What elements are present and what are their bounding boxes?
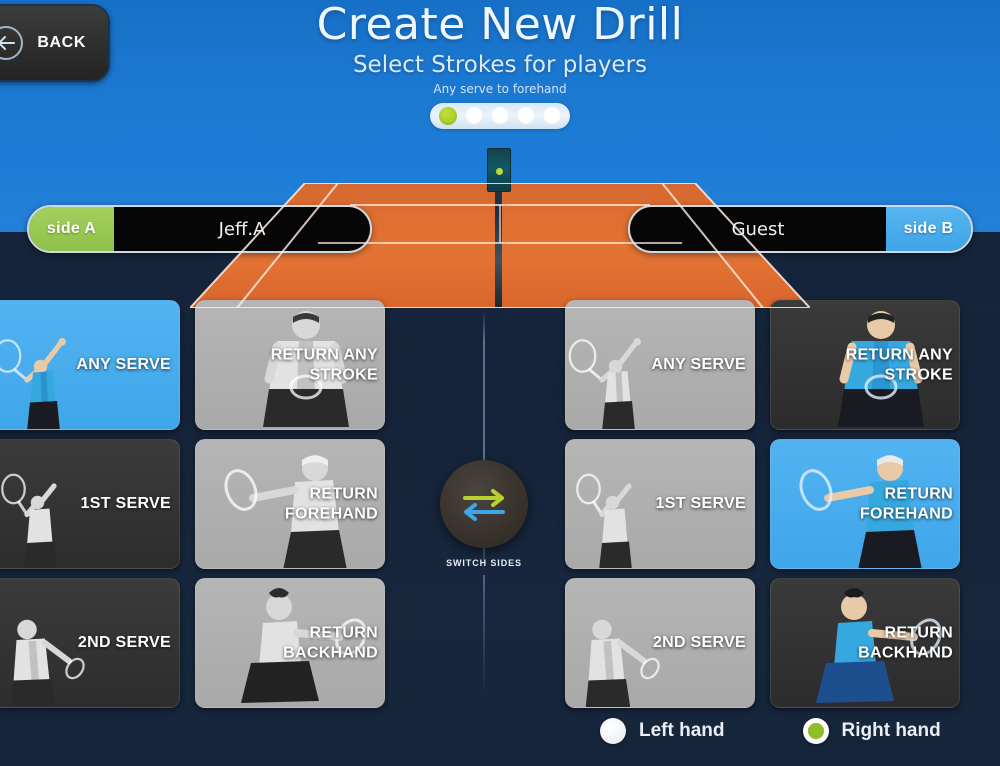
stroke-card-label: RETURN FOREHAND	[859, 485, 953, 522]
step-dot-3[interactable]	[491, 107, 509, 126]
radio-icon[interactable]	[600, 718, 626, 744]
stroke-card-label: RETURN FOREHAND	[284, 485, 378, 522]
stroke-card-label: 1ST SERVE	[655, 495, 746, 513]
court-lines	[190, 183, 810, 308]
side-b-tag: side B	[886, 207, 971, 251]
stroke-card-any-serve-side-b[interactable]: ANY SERVE	[565, 300, 755, 430]
step-dot-1[interactable]	[439, 107, 457, 126]
radio-icon[interactable]	[802, 718, 829, 744]
stroke-card-1st-serve-side-a[interactable]: 1ST SERVE	[0, 439, 180, 569]
drill-summary-hint: Any serve to forehand	[433, 82, 567, 97]
page-subtitle: Select Strokes for players	[352, 52, 648, 79]
stroke-row: 2ND SERVE RETURN BACKHAND	[565, 578, 980, 708]
tennis-court-graphic	[190, 148, 810, 308]
court-surface	[190, 183, 810, 308]
stroke-card-2nd-serve-side-a[interactable]: 2ND SERVE	[0, 578, 180, 708]
stroke-card-label: 1ST SERVE	[80, 495, 171, 513]
hand-option-left-hand[interactable]: Left hand	[600, 718, 725, 744]
step-dot-4[interactable]	[517, 107, 535, 126]
step-dot-5[interactable]	[543, 107, 561, 126]
stroke-row: 2ND SERVE RETURN BACKHAND	[0, 578, 405, 708]
stroke-card-1st-serve-side-b[interactable]: 1ST SERVE	[565, 439, 755, 569]
stroke-card-label: 2ND SERVE	[77, 634, 171, 652]
stroke-card-label: RETURN ANY STROKE	[845, 346, 953, 383]
page-header: Create New Drill Select Strokes for play…	[0, 0, 1000, 130]
page-title: Create New Drill	[316, 0, 684, 50]
stroke-row: 1ST SERVE RETURN FOREHAND	[0, 439, 405, 569]
stroke-row: ANY SERVE RETURN ANY STROKE	[0, 300, 405, 430]
step-dot-2[interactable]	[465, 107, 483, 126]
stroke-card-label: ANY SERVE	[76, 356, 171, 374]
stroke-card-label: RETURN BACKHAND	[858, 624, 953, 661]
stroke-card-label: 2ND SERVE	[652, 634, 746, 652]
arrow-left-icon	[0, 26, 24, 60]
net-device-indicator	[496, 168, 503, 175]
stroke-card-return-forehand-side-a[interactable]: RETURN FOREHAND	[195, 439, 385, 569]
stroke-card-return-backhand-side-a[interactable]: RETURN BACKHAND	[195, 578, 385, 708]
hand-option-label: Right hand	[841, 720, 941, 741]
stroke-card-label: ANY SERVE	[651, 356, 746, 374]
back-button[interactable]: BACK	[0, 4, 110, 82]
switch-sides-button[interactable]: SWITCH SIDES	[440, 460, 528, 568]
step-indicator	[430, 103, 570, 130]
hand-option-label: Left hand	[639, 720, 725, 741]
stroke-grid-side-a: ANY SERVE RETURN ANY STROKE 1ST SERVE RE…	[0, 300, 405, 717]
stroke-card-label: RETURN BACKHAND	[283, 624, 378, 661]
hand-option-right-hand[interactable]: Right hand	[802, 718, 941, 744]
hand-selector: Left hand Right hand	[600, 718, 941, 744]
stroke-card-return-backhand-side-b[interactable]: RETURN BACKHAND	[770, 578, 960, 708]
stroke-card-return-any-stroke-side-a[interactable]: RETURN ANY STROKE	[195, 300, 385, 430]
stroke-card-label: RETURN ANY STROKE	[270, 346, 378, 383]
stroke-grid-side-b: ANY SERVE RETURN ANY STROKE 1ST SERVE RE…	[565, 300, 980, 717]
center-divider-lower	[483, 575, 485, 695]
stroke-row: ANY SERVE RETURN ANY STROKE	[565, 300, 980, 430]
stroke-card-return-any-stroke-side-b[interactable]: RETURN ANY STROKE	[770, 300, 960, 430]
back-button-label: BACK	[37, 34, 86, 51]
stroke-card-any-serve-side-a[interactable]: ANY SERVE	[0, 300, 180, 430]
side-a-tag: side A	[29, 207, 114, 251]
stroke-row: 1ST SERVE RETURN FOREHAND	[565, 439, 980, 569]
stroke-card-return-forehand-side-b[interactable]: RETURN FOREHAND	[770, 439, 960, 569]
swap-arrows-icon	[440, 460, 528, 548]
stroke-card-2nd-serve-side-b[interactable]: 2ND SERVE	[565, 578, 755, 708]
switch-sides-label: SWITCH SIDES	[446, 558, 522, 568]
